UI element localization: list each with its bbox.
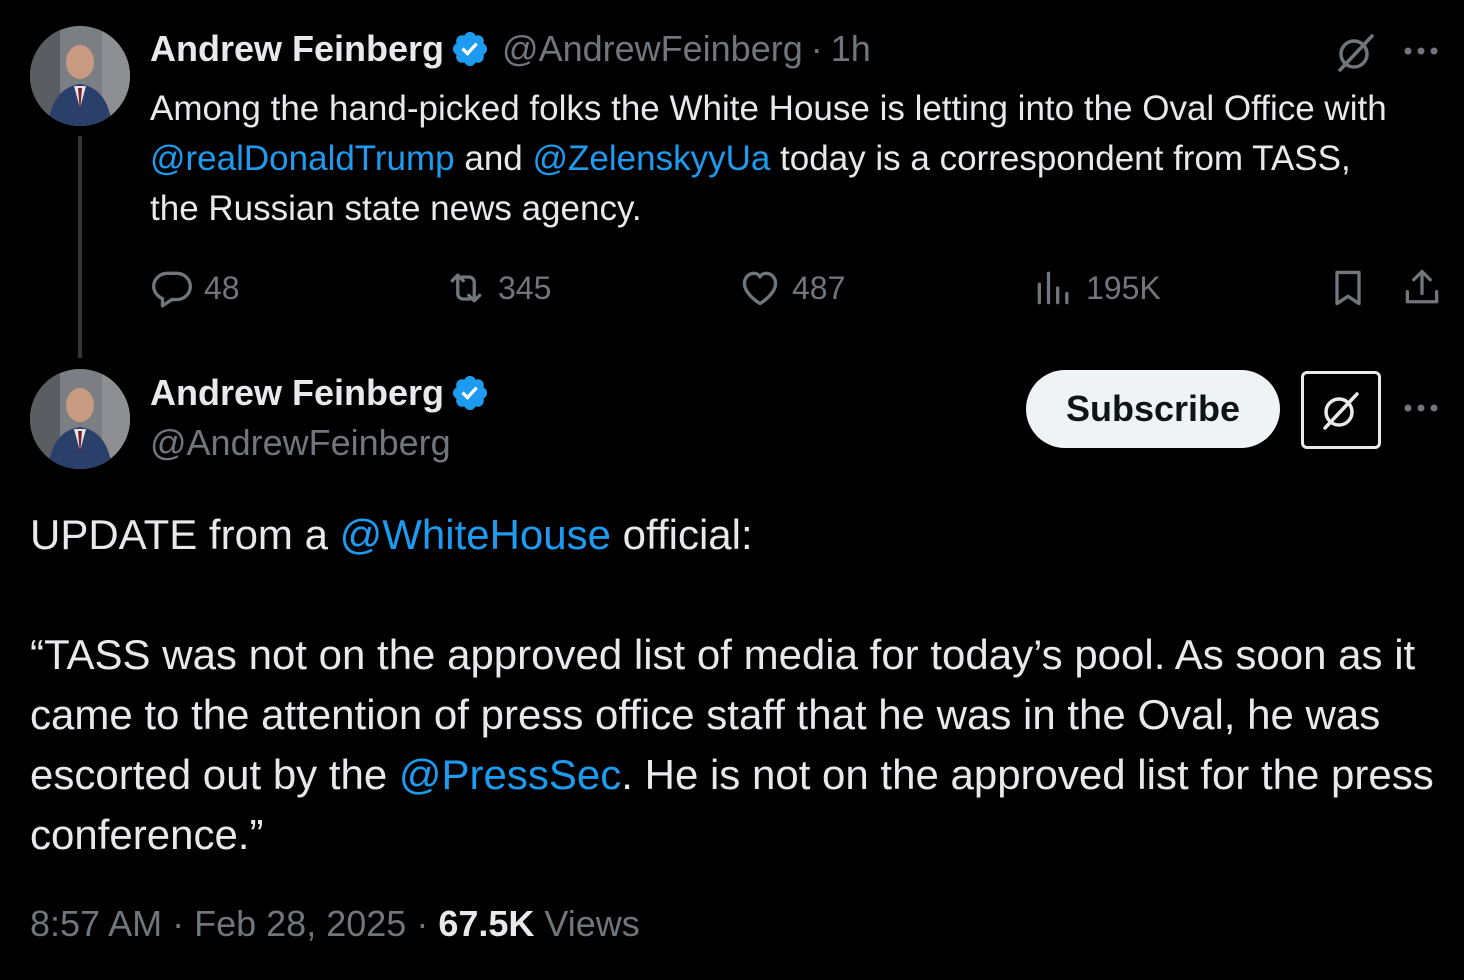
- more-icon[interactable]: [1400, 38, 1444, 64]
- bookmark-icon[interactable]: [1326, 266, 1370, 310]
- tweet-text-part: official:: [611, 511, 753, 558]
- tweet-text-part: and: [454, 139, 533, 178]
- author-name[interactable]: Andrew Feinberg: [150, 372, 444, 414]
- like-button[interactable]: 487: [738, 266, 845, 310]
- verified-badge-icon: [452, 375, 488, 411]
- post-time[interactable]: 8:57 AM: [30, 903, 162, 944]
- grok-button[interactable]: [1301, 371, 1381, 449]
- timestamp[interactable]: 1h: [831, 28, 871, 70]
- tweet-text: Among the hand-picked folks the White Ho…: [150, 84, 1390, 234]
- tweet-text: UPDATE from a @WhiteHouse official: “TAS…: [30, 505, 1450, 865]
- views-icon: [1037, 271, 1069, 305]
- tweet-paragraph: “TASS was not on the approved list of me…: [30, 625, 1450, 865]
- tweet-text-part: UPDATE from a: [30, 511, 340, 558]
- tweet-text-part: Among the hand-picked folks the White Ho…: [150, 89, 1387, 128]
- author-handle[interactable]: @AndrewFeinberg: [150, 422, 451, 464]
- mention-link[interactable]: @ZelenskyyUa: [533, 139, 771, 178]
- mention-link[interactable]: @PressSec: [399, 751, 621, 798]
- mention-link[interactable]: @WhiteHouse: [340, 511, 611, 558]
- separator-dot: ·: [810, 28, 823, 69]
- mention-link[interactable]: @realDonaldTrump: [150, 139, 455, 178]
- views-count: 195K: [1086, 269, 1161, 306]
- grok-icon: [1323, 392, 1359, 430]
- grok-icon[interactable]: [1334, 30, 1378, 74]
- reply-count: 48: [204, 269, 240, 306]
- subscribe-button[interactable]: Subscribe: [1026, 370, 1280, 448]
- views-button[interactable]: 195K: [1032, 266, 1161, 310]
- repost-button[interactable]: 345: [444, 266, 551, 310]
- views-label: Views: [544, 903, 640, 944]
- views-count: 67.5K: [438, 903, 535, 944]
- share-icon[interactable]: [1400, 266, 1444, 310]
- tweet-header: Andrew Feinberg @AndrewFeinberg · 1h: [150, 28, 871, 70]
- thread-connector-line: [78, 136, 82, 358]
- tweet-paragraph: UPDATE from a @WhiteHouse official:: [30, 505, 1450, 565]
- verified-badge-icon: [452, 31, 488, 67]
- more-icon[interactable]: [1400, 395, 1444, 421]
- author-name[interactable]: Andrew Feinberg: [150, 28, 444, 70]
- repost-icon: [450, 273, 482, 303]
- author-handle[interactable]: @AndrewFeinberg: [502, 28, 803, 70]
- like-icon: [742, 271, 778, 306]
- separator-dot: ·: [172, 903, 185, 944]
- reply-icon: [152, 271, 192, 308]
- tweet-meta: 8:57 AM · Feb 28, 2025 · 67.5K Views: [30, 903, 640, 945]
- avatar[interactable]: [30, 26, 130, 126]
- post-date[interactable]: Feb 28, 2025: [194, 903, 406, 944]
- reply-button[interactable]: 48: [150, 266, 240, 310]
- avatar[interactable]: [30, 369, 130, 469]
- separator-dot: ·: [416, 903, 429, 944]
- repost-count: 345: [498, 269, 552, 306]
- author-header: Andrew Feinberg: [150, 372, 490, 414]
- like-count: 487: [792, 269, 846, 306]
